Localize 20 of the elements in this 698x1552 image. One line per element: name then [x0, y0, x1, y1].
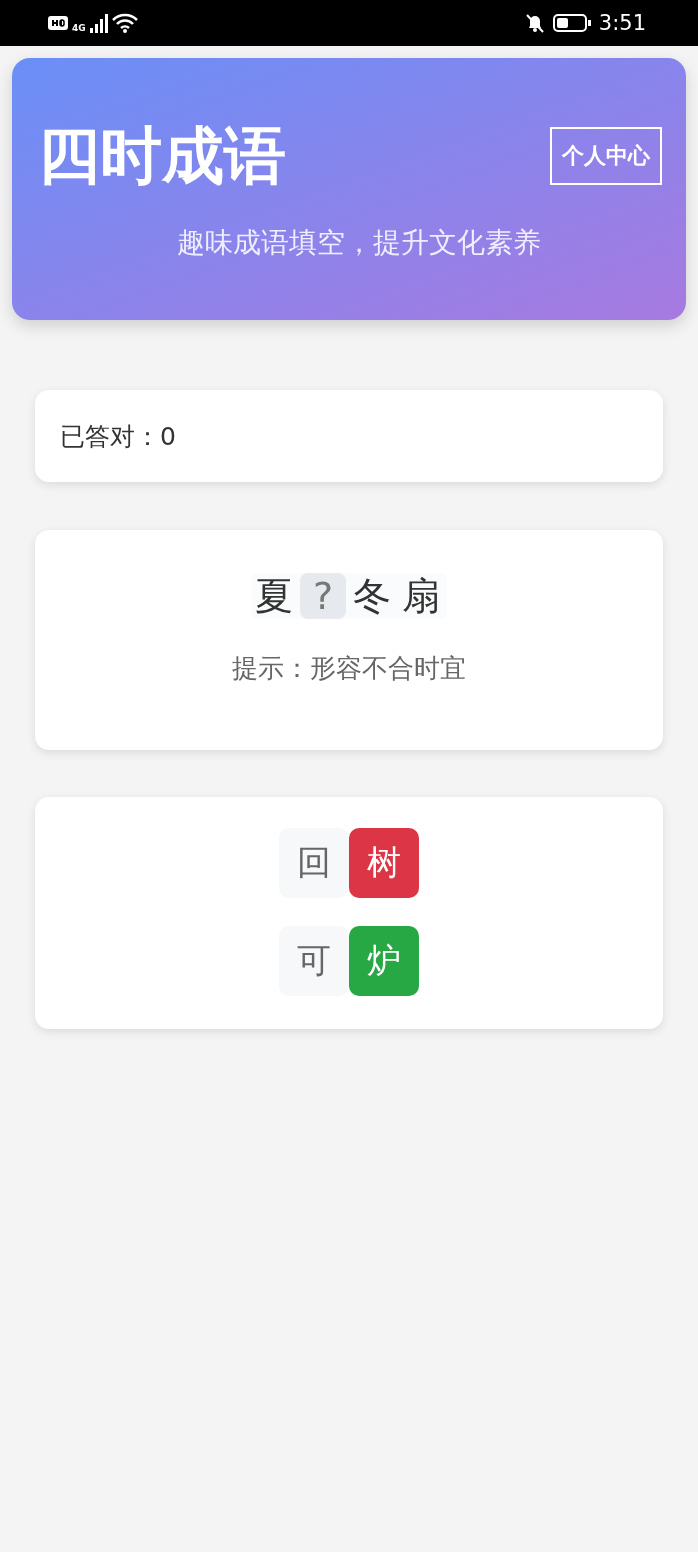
signal-icon: [89, 13, 108, 33]
battery-icon: [552, 13, 591, 33]
idiom-char: 扇: [401, 573, 441, 619]
network-label: 4G: [72, 23, 86, 33]
wifi-icon: [111, 13, 138, 33]
score-text: 已答对：0: [60, 420, 176, 453]
bell-off-icon: [524, 13, 545, 33]
idiom-char: 夏: [254, 573, 294, 619]
clock-time: 3:51: [598, 11, 646, 35]
option-button[interactable]: 炉: [349, 926, 419, 996]
profile-button[interactable]: 个人中心: [550, 127, 662, 185]
hd-icon: [48, 15, 68, 31]
idiom-char: 冬: [352, 573, 392, 619]
option-button[interactable]: 树: [349, 828, 419, 898]
option-button[interactable]: 可: [279, 926, 349, 996]
option-button[interactable]: 回: [279, 828, 349, 898]
app-title: 四时成语: [38, 118, 286, 194]
blank-slot: ?: [300, 573, 346, 619]
app-subtitle: 趣味成语填空，提升文化素养: [176, 225, 542, 261]
hint-text: 提示：形容不合时宜: [232, 652, 466, 685]
